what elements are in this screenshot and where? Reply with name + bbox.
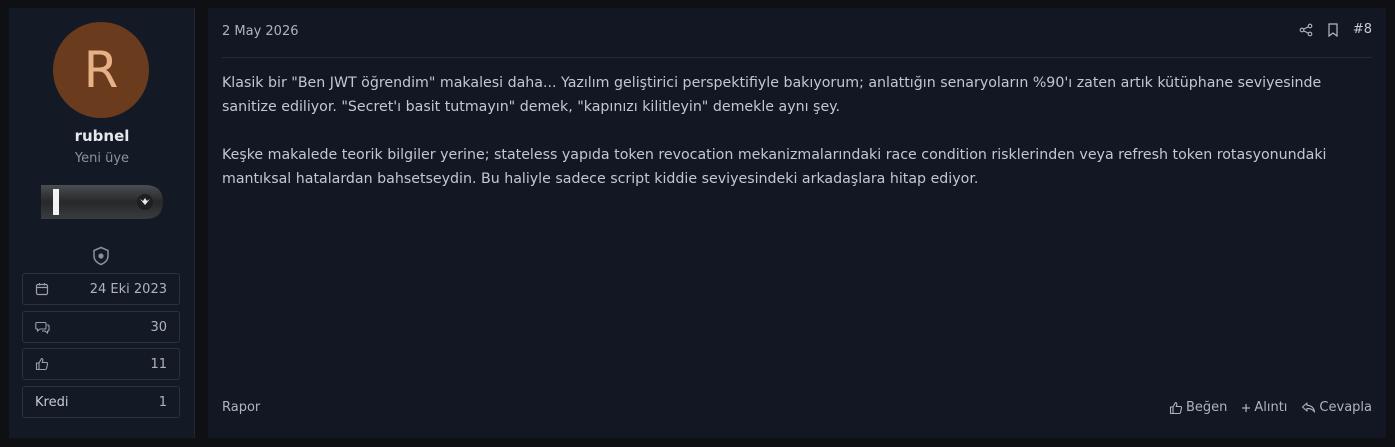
stat-credit-label: Kredi xyxy=(35,394,69,410)
post-divider xyxy=(222,57,1372,58)
stat-joined: 24 Eki 2023 xyxy=(22,273,180,305)
like-button[interactable]: Beğen xyxy=(1169,400,1227,415)
stat-reactions: 11 xyxy=(22,348,180,380)
report-link[interactable]: Rapor xyxy=(222,400,260,415)
reply-icon xyxy=(1302,402,1316,413)
avatar[interactable]: R xyxy=(53,22,149,118)
post-number[interactable]: #8 xyxy=(1353,22,1372,37)
like-label: Beğen xyxy=(1185,400,1228,415)
stat-joined-value: 24 Eki 2023 xyxy=(89,281,167,297)
thumbs-up-icon xyxy=(1169,401,1183,414)
post-paragraph: Keşke makalede teorik bilgiler yerine; s… xyxy=(222,147,1327,187)
avatar-letter: R xyxy=(83,41,119,99)
username[interactable]: rubnel xyxy=(9,127,195,145)
stat-messages: 30 xyxy=(22,311,180,343)
reply-label: Cevapla xyxy=(1319,400,1372,415)
messages-icon xyxy=(35,321,50,334)
post-date[interactable]: 2 May 2026 xyxy=(222,24,299,39)
stat-credit: Kredi 1 xyxy=(22,386,180,418)
stat-messages-value: 30 xyxy=(150,319,167,335)
share-icon[interactable] xyxy=(1299,23,1313,37)
stat-credit-value: 1 xyxy=(158,394,167,410)
calendar-icon xyxy=(35,283,49,296)
bookmark-icon[interactable] xyxy=(1327,22,1339,37)
rank-banner xyxy=(41,185,163,219)
post-top-actions: #8 xyxy=(1299,22,1372,37)
quote-label: Alıntı xyxy=(1254,400,1288,415)
plus-icon xyxy=(1242,403,1251,412)
post-body: 2 May 2026 #8 Klasik bir "Ben JWT öğrend… xyxy=(208,8,1386,438)
stat-reactions-value: 11 xyxy=(150,356,167,372)
reply-button[interactable]: Cevapla xyxy=(1301,400,1372,415)
post-content: Klasik bir "Ben JWT öğrendim" makalesi d… xyxy=(222,71,1370,215)
thumbs-up-icon xyxy=(35,357,49,371)
user-sidebar: R rubnel Yeni üye 24 Eki 2023 30 11 Kred… xyxy=(9,8,195,438)
post-paragraph: Klasik bir "Ben JWT öğrendim" makalesi d… xyxy=(222,75,1322,115)
post-bottom-actions: Beğen Alıntı Cevapla xyxy=(1169,400,1372,415)
quote-button[interactable]: Alıntı xyxy=(1241,400,1287,415)
shield-badge-icon[interactable] xyxy=(91,246,111,266)
user-title: Yeni üye xyxy=(74,151,130,166)
